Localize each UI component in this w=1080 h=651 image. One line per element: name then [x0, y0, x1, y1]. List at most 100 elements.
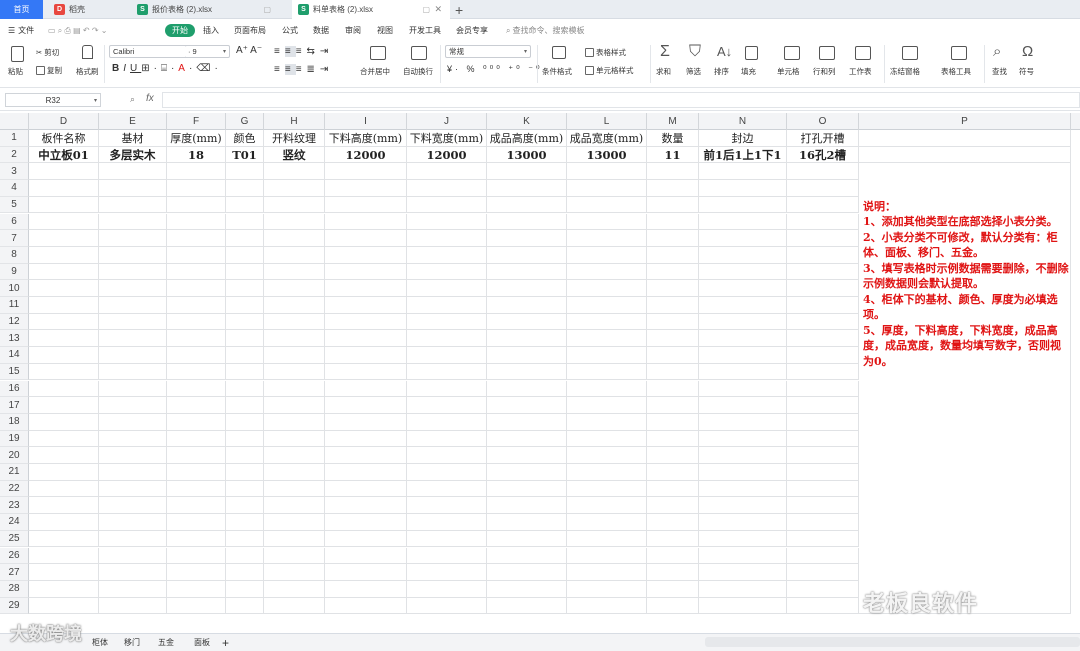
empty-cell[interactable] — [647, 480, 699, 498]
empty-cell[interactable] — [264, 246, 325, 264]
empty-cell[interactable] — [407, 464, 487, 481]
format-painter-button[interactable]: 格式刷 — [76, 66, 99, 77]
row-header-2[interactable]: 2 — [0, 146, 29, 164]
empty-cell[interactable] — [787, 196, 859, 214]
empty-cell[interactable] — [647, 297, 699, 314]
empty-cell[interactable] — [487, 597, 567, 615]
empty-cell[interactable] — [407, 380, 487, 398]
new-tab-button[interactable]: + — [455, 0, 463, 19]
empty-cell[interactable] — [29, 196, 99, 214]
empty-cell[interactable] — [787, 263, 859, 281]
empty-cell[interactable] — [325, 163, 407, 181]
empty-cell[interactable] — [226, 180, 264, 197]
empty-cell[interactable] — [29, 597, 99, 615]
empty-cell[interactable] — [787, 597, 859, 615]
empty-cell[interactable] — [99, 564, 167, 581]
empty-cell[interactable] — [787, 497, 859, 515]
empty-cell[interactable] — [567, 497, 647, 515]
empty-cell[interactable] — [567, 564, 647, 581]
data-cell[interactable]: 中立板01 — [29, 146, 99, 164]
empty-cell[interactable] — [699, 263, 787, 281]
empty-cell[interactable] — [29, 297, 99, 314]
empty-cell[interactable] — [647, 530, 699, 548]
empty-cell[interactable] — [167, 213, 226, 231]
empty-cell[interactable] — [99, 180, 167, 197]
empty-cell[interactable] — [699, 163, 787, 181]
column-header-g[interactable]: G — [226, 113, 264, 130]
empty-cell[interactable] — [325, 430, 407, 448]
empty-cell[interactable] — [567, 297, 647, 314]
empty-cell[interactable] — [264, 564, 325, 581]
empty-cell[interactable] — [487, 514, 567, 531]
empty-cell[interactable] — [647, 397, 699, 414]
empty-cell[interactable] — [226, 530, 264, 548]
empty-cell[interactable] — [29, 246, 99, 264]
empty-cell[interactable] — [167, 413, 226, 431]
tab-home[interactable]: 首页 — [0, 0, 43, 19]
empty-cell[interactable] — [226, 597, 264, 615]
empty-cell[interactable] — [567, 597, 647, 615]
empty-cell[interactable] — [99, 580, 167, 598]
empty-cell[interactable] — [226, 430, 264, 448]
empty-cell[interactable] — [567, 230, 647, 247]
empty-cell[interactable] — [407, 330, 487, 348]
empty-cell[interactable] — [226, 380, 264, 398]
empty-cell[interactable] — [487, 530, 567, 548]
empty-cell[interactable] — [226, 413, 264, 431]
header-cell[interactable]: 开料纹理 — [264, 130, 325, 147]
empty-cell[interactable] — [167, 380, 226, 398]
empty-cell[interactable] — [567, 347, 647, 364]
empty-cell[interactable] — [325, 363, 407, 381]
empty-cell[interactable] — [487, 163, 567, 181]
row-header-20[interactable]: 20 — [0, 447, 29, 464]
empty-cell[interactable] — [699, 363, 787, 381]
empty-cell[interactable] — [787, 480, 859, 498]
empty-cell[interactable] — [167, 464, 226, 481]
empty-cell[interactable] — [407, 246, 487, 264]
empty-cell[interactable] — [226, 497, 264, 515]
empty-cell[interactable] — [325, 246, 407, 264]
formula-input[interactable] — [162, 92, 1080, 108]
empty-cell[interactable] — [787, 580, 859, 598]
empty-cell[interactable] — [567, 313, 647, 331]
empty-cell[interactable] — [167, 580, 226, 598]
column-header-i[interactable]: I — [325, 113, 407, 130]
empty-cell[interactable] — [264, 213, 325, 231]
empty-cell[interactable] — [99, 196, 167, 214]
empty-cell[interactable] — [407, 530, 487, 548]
empty-cell[interactable] — [226, 230, 264, 247]
add-sheet-button[interactable]: + — [222, 636, 229, 650]
empty-cell[interactable] — [647, 196, 699, 214]
menu-member[interactable]: 会员专享 — [456, 24, 488, 37]
empty-cell[interactable] — [567, 413, 647, 431]
empty-cell[interactable] — [647, 497, 699, 515]
row-header-5[interactable]: 5 — [0, 196, 29, 214]
empty-cell[interactable] — [699, 564, 787, 581]
header-cell[interactable]: 下料宽度(mm) — [407, 130, 487, 147]
table-tools-button[interactable]: 表格工具 — [941, 66, 971, 77]
empty-cell[interactable] — [167, 480, 226, 498]
empty-cell[interactable] — [787, 280, 859, 297]
window-icon[interactable]: ▢ — [422, 5, 430, 14]
empty-cell[interactable] — [407, 397, 487, 414]
empty-cell[interactable] — [167, 447, 226, 464]
empty-cell[interactable] — [699, 547, 787, 565]
empty-cell[interactable] — [567, 480, 647, 498]
empty-cell[interactable] — [29, 397, 99, 414]
empty-cell[interactable] — [325, 330, 407, 348]
empty-cell[interactable] — [647, 230, 699, 247]
empty-cell[interactable] — [787, 397, 859, 414]
empty-cell[interactable] — [567, 280, 647, 297]
empty-cell[interactable] — [264, 597, 325, 615]
align-top-buttons[interactable]: ≡ ≡ ≡⇆⇥ — [274, 46, 333, 57]
empty-cell[interactable] — [99, 497, 167, 515]
horizontal-scrollbar[interactable] — [705, 637, 1080, 647]
empty-cell[interactable] — [407, 347, 487, 364]
empty-cell[interactable] — [699, 330, 787, 348]
empty-cell[interactable] — [699, 213, 787, 231]
row-header-11[interactable]: 11 — [0, 297, 29, 314]
empty-cell[interactable] — [29, 447, 99, 464]
empty-cell[interactable] — [167, 313, 226, 331]
empty-cell[interactable] — [647, 413, 699, 431]
data-cell[interactable]: 11 — [647, 146, 699, 164]
